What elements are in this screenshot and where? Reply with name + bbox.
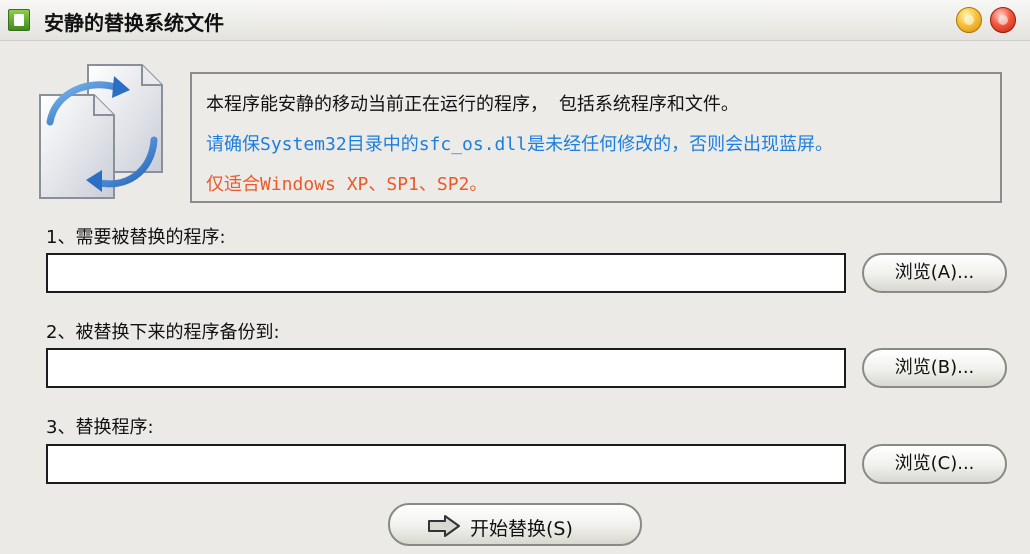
target-program-input[interactable] xyxy=(46,253,846,293)
info-line-warning: 请确保System32目录中的sfc_os.dll是未经任何修改的，否则会出现蓝… xyxy=(206,134,834,155)
app-icon xyxy=(8,9,30,31)
backup-path-label: 2、被替换下来的程序备份到: xyxy=(46,322,280,343)
info-line-compatibility: 仅适合Windows XP、SP1、SP2。 xyxy=(206,174,488,195)
target-program-label: 1、需要被替换的程序: xyxy=(46,227,226,248)
minimize-icon xyxy=(964,15,974,25)
file-sync-icon xyxy=(39,64,163,199)
window-title: 安静的替换系统文件 xyxy=(44,11,224,35)
info-line-description: 本程序能安静的移动当前正在运行的程序， 包括系统程序和文件。 xyxy=(206,94,739,115)
info-panel: 本程序能安静的移动当前正在运行的程序， 包括系统程序和文件。 请确保System… xyxy=(190,72,1002,203)
arrow-right-icon xyxy=(428,515,460,537)
minimize-button[interactable] xyxy=(956,7,982,33)
browse-a-button[interactable]: 浏览(A)... xyxy=(862,253,1007,293)
backup-path-input[interactable] xyxy=(46,348,846,388)
close-icon xyxy=(998,15,1008,25)
replacement-program-label: 3、替换程序: xyxy=(46,417,154,438)
browse-b-button[interactable]: 浏览(B)... xyxy=(862,348,1007,388)
start-replace-button[interactable]: 开始替换(S) xyxy=(388,503,642,546)
title-bar[interactable]: 安静的替换系统文件 xyxy=(0,0,1030,41)
close-button[interactable] xyxy=(990,7,1016,33)
browse-c-button[interactable]: 浏览(C)... xyxy=(862,444,1007,484)
start-replace-label: 开始替换(S) xyxy=(470,518,573,540)
replacement-program-input[interactable] xyxy=(46,444,846,484)
